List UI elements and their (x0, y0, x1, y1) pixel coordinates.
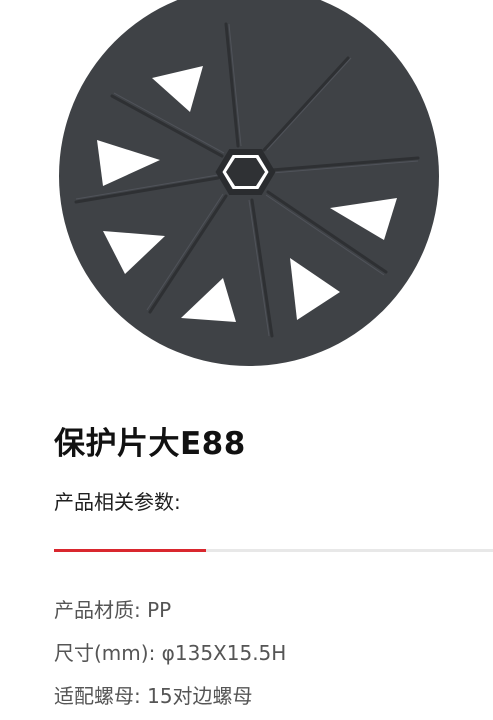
spec-key: 尺寸(mm): (54, 641, 156, 665)
section-label-parameters: 产品相关参数: (54, 490, 181, 514)
spec-value: φ135X15.5H (161, 641, 287, 665)
spec-value: PP (147, 598, 172, 622)
spec-key: 适配螺母: (54, 684, 141, 708)
spec-key: 产品材质: (54, 598, 141, 622)
spec-row-material: 产品材质: PP (54, 594, 171, 623)
section-divider (54, 549, 493, 552)
product-title: 保护片大E88 (54, 426, 246, 462)
divider-accent (54, 549, 206, 552)
spec-row-size: 尺寸(mm): φ135X15.5H (54, 637, 286, 666)
spec-value: 15对边螺母 (147, 684, 253, 708)
product-image (0, 0, 493, 380)
protective-disc-illustration (59, 0, 439, 366)
spec-row-nut: 适配螺母: 15对边螺母 (54, 680, 253, 709)
